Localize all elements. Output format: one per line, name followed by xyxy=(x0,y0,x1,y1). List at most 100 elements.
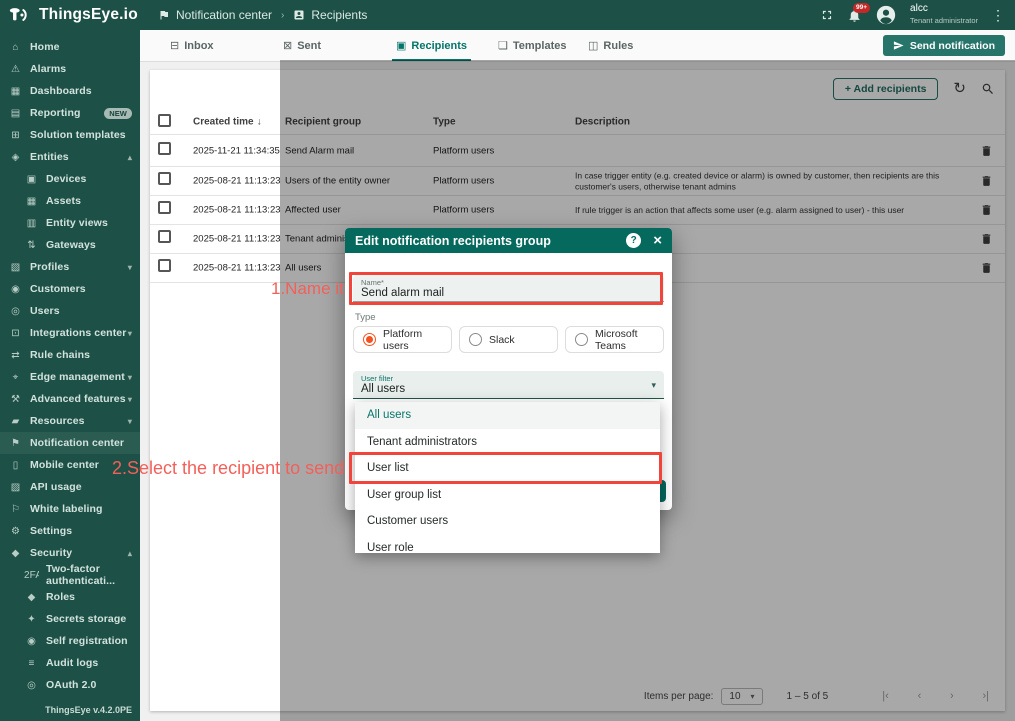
tab[interactable]: ◫ Rules xyxy=(588,39,633,53)
sidebar-item[interactable]: ▥ Entity views xyxy=(0,212,140,234)
cell-created-time: 2025-08-21 11:13:23 xyxy=(193,175,281,187)
send-notification-button[interactable]: Send notification xyxy=(882,35,1005,56)
dropdown-option[interactable]: User group list xyxy=(355,481,660,508)
row-checkbox[interactable] xyxy=(158,259,171,272)
close-icon[interactable]: × xyxy=(653,233,662,248)
sidebar-item-label: Security xyxy=(30,547,73,559)
breadcrumb: Notification center › Recipients xyxy=(158,8,367,22)
column-created-time[interactable]: Created time ↓ xyxy=(193,117,281,128)
sidebar-item-icon: ⚙ xyxy=(10,525,21,537)
help-icon[interactable]: ? xyxy=(626,233,642,248)
sidebar-item-icon: ⇅ xyxy=(27,239,36,251)
sidebar-item[interactable]: ⌂ Home xyxy=(0,36,140,58)
radio-icon xyxy=(469,333,482,346)
row-checkbox[interactable] xyxy=(158,172,171,185)
avatar[interactable] xyxy=(875,4,897,26)
sidebar-item-icon: ◈ xyxy=(11,151,20,163)
dropdown-option[interactable]: User role xyxy=(355,534,660,553)
select-all-checkbox[interactable] xyxy=(158,114,171,127)
sidebar-item-icon: ⚠ xyxy=(10,63,21,75)
radio-label: Microsoft Teams xyxy=(595,327,638,352)
breadcrumb-page: Recipients xyxy=(311,8,368,22)
user-role: Tenant administrator xyxy=(910,16,978,25)
tab[interactable]: ▣ Recipients xyxy=(391,39,472,61)
row-checkbox[interactable] xyxy=(158,141,171,155)
app-window: ThingsEye.io Notification center › Recip… xyxy=(0,0,1015,721)
dropdown-option[interactable]: Customer users xyxy=(355,508,660,535)
cell-created-time: 2025-11-21 11:34:35 xyxy=(193,145,280,156)
sidebar-item[interactable]: ◎ OAuth 2.0 xyxy=(0,674,140,696)
sidebar-item[interactable]: ⇄ Rule chains xyxy=(0,344,140,366)
cell-created-time: 2025-08-21 11:13:23 xyxy=(193,233,281,245)
send-icon xyxy=(893,41,904,50)
sidebar-item[interactable]: ⌖ Edge management ▾ xyxy=(0,366,140,388)
sidebar-item-label: Dashboards xyxy=(30,85,92,97)
type-radio-option[interactable]: Slack xyxy=(459,326,558,353)
sidebar-item[interactable]: ⊞ Solution templates xyxy=(0,124,140,146)
annotation-step2-text: 2.Select the recipient to send xyxy=(112,458,345,478)
sidebar-item-icon: ▯ xyxy=(12,459,19,471)
sidebar-item[interactable]: ⚐ White labeling xyxy=(0,498,140,520)
sidebar-item[interactable]: ⚙ Settings xyxy=(0,520,140,542)
tab-label: Sent xyxy=(297,39,322,52)
tab[interactable]: ⊠ Sent xyxy=(283,39,322,53)
dropdown-option[interactable]: All users xyxy=(355,402,660,429)
sidebar-item[interactable]: ◉ Customers xyxy=(0,278,140,300)
dropdown-caret-icon: ▾ xyxy=(651,380,656,390)
sidebar-item[interactable]: ⚒ Advanced features ▾ xyxy=(0,388,140,410)
sidebar-item[interactable]: ▣ Devices xyxy=(0,168,140,190)
sidebar-item[interactable]: ◈ Entities ▴ xyxy=(0,146,140,168)
notifications-bell[interactable]: 99+ xyxy=(847,2,871,23)
sidebar-item-icon: ▣ xyxy=(26,173,37,185)
sidebar-item-icon: ▰ xyxy=(11,415,20,427)
annotation-rect-user-list xyxy=(349,452,662,484)
sidebar-item[interactable]: ▰ Resources ▾ xyxy=(0,410,140,432)
fullscreen-icon[interactable] xyxy=(820,8,834,22)
tab[interactable]: ❏ Templates xyxy=(498,39,566,53)
sidebar-item-icon: ◎ xyxy=(11,305,20,317)
user-info[interactable]: alcc Tenant administrator xyxy=(910,4,978,26)
sidebar-item[interactable]: ≡ Audit logs xyxy=(0,652,140,674)
user-filter-value: All users xyxy=(361,383,406,395)
logo[interactable]: ThingsEye.io xyxy=(0,6,148,24)
sidebar-item[interactable]: ▧ Profiles ▾ xyxy=(0,256,140,278)
sidebar-item[interactable]: ▤ Reporting NEW xyxy=(0,102,140,124)
sidebar-item-label: Entities xyxy=(30,151,69,163)
sidebar-item-label: OAuth 2.0 xyxy=(46,679,97,691)
sidebar-item-label: Roles xyxy=(46,591,76,603)
type-radio-option[interactable]: Microsoft Teams xyxy=(565,326,664,353)
sidebar-item-icon: ≡ xyxy=(28,657,35,669)
sidebar-item[interactable]: ▦ Dashboards xyxy=(0,80,140,102)
sidebar-item[interactable]: ◆ Security ▴ xyxy=(0,542,140,564)
user-filter-select[interactable]: User filter All users ▾ xyxy=(353,371,664,399)
sidebar-item[interactable]: ◎ Users xyxy=(0,300,140,322)
sidebar-item-icon: ◆ xyxy=(11,547,20,559)
tab-icon: ⊠ xyxy=(283,40,293,52)
type-section-label: Type xyxy=(355,312,376,323)
sidebar-item[interactable]: ⚠ Alarms xyxy=(0,58,140,80)
type-radio-option[interactable]: Platform users xyxy=(353,326,452,353)
kebab-menu-icon[interactable]: ⋮ xyxy=(991,7,1005,24)
sidebar-item[interactable]: ▦ Assets xyxy=(0,190,140,212)
recipients-icon xyxy=(294,10,304,20)
sidebar-item[interactable]: ✦ Secrets storage xyxy=(0,608,140,630)
row-checkbox[interactable] xyxy=(158,230,171,243)
header-actions: 99+ alcc Tenant administrator ⋮ xyxy=(820,2,1015,26)
breadcrumb-separator-icon: › xyxy=(281,9,285,21)
sidebar-item[interactable]: ◉ Self registration xyxy=(0,630,140,652)
sidebar-item-label: Entity views xyxy=(46,217,108,229)
sidebar-item[interactable]: ⇅ Gateways xyxy=(0,234,140,256)
sidebar-item[interactable]: ⚑ Notification center xyxy=(0,432,140,454)
radio-label: Platform users xyxy=(383,327,423,352)
row-checkbox[interactable] xyxy=(158,201,171,214)
sidebar-item[interactable]: ◆ Roles xyxy=(0,586,140,608)
tab[interactable]: ⊟ Inbox xyxy=(170,39,214,53)
chevron-icon: ▴ xyxy=(127,548,132,558)
breadcrumb-section[interactable]: Notification center xyxy=(176,8,272,22)
sort-desc-icon: ↓ xyxy=(256,116,262,128)
cell-created-time: 2025-08-21 11:13:23 xyxy=(193,262,281,274)
sidebar-item[interactable]: 2FA Two-factor authenticati... xyxy=(0,563,140,587)
sidebar-item[interactable]: ▨ API usage xyxy=(0,476,140,498)
sidebar-item-label: Users xyxy=(30,305,60,317)
sidebar-item[interactable]: ⊡ Integrations center ▾ xyxy=(0,322,140,344)
